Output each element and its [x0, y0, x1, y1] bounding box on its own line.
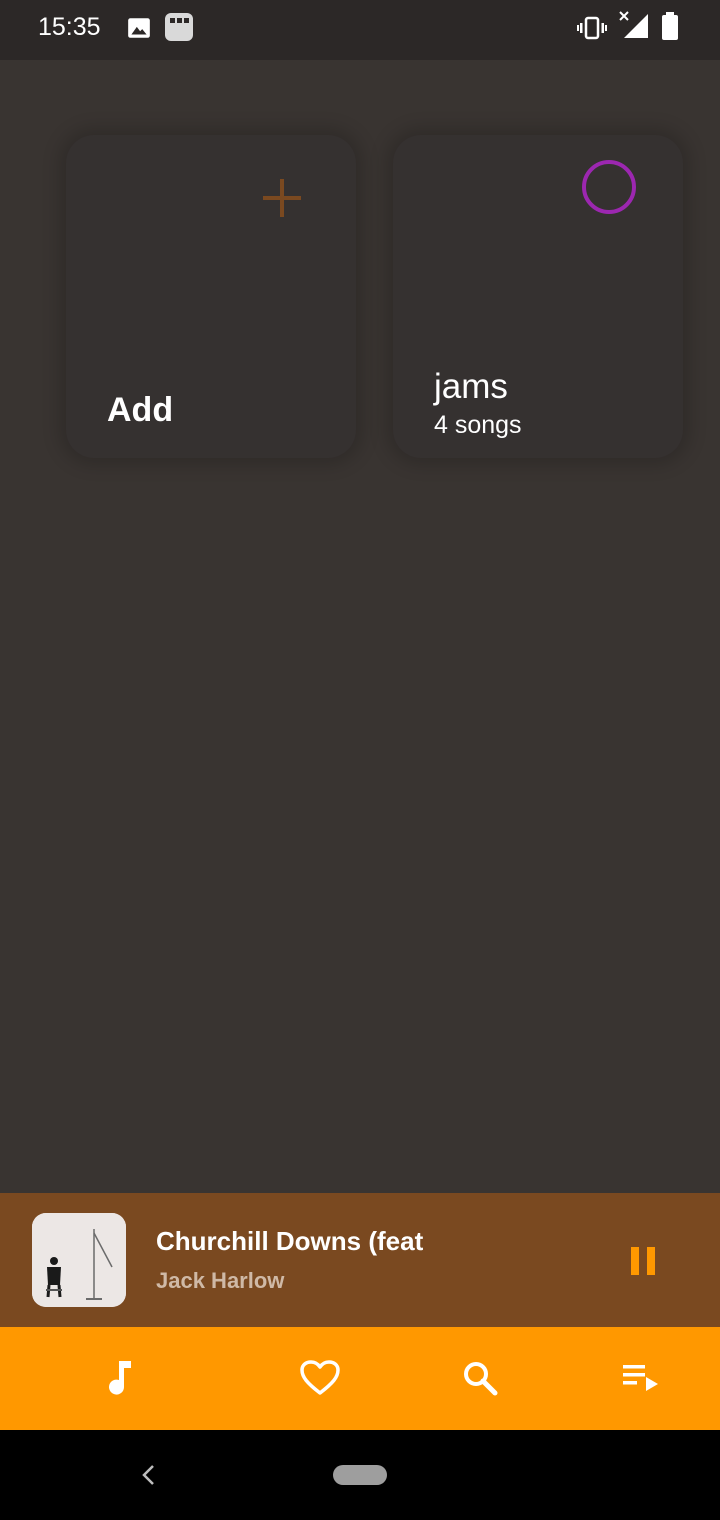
battery-icon	[662, 12, 678, 40]
bottom-navigation	[0, 1327, 720, 1430]
playlists-view: Add jams 4 songs	[0, 60, 720, 1193]
image-icon	[128, 18, 150, 38]
signal-no-data-icon	[619, 11, 648, 38]
playlist-song-count: 4 songs	[434, 411, 522, 439]
nav-search[interactable]	[455, 1353, 505, 1403]
queue-play-icon	[623, 1365, 658, 1391]
now-playing-bar[interactable]: Churchill Downs (feat Jack Harlow	[0, 1193, 720, 1327]
playlist-card-jams[interactable]: jams 4 songs	[393, 135, 683, 458]
album-art-image	[32, 1213, 126, 1307]
pause-button[interactable]	[620, 1238, 666, 1284]
status-bar: 15:35	[0, 0, 720, 60]
home-pill[interactable]	[333, 1465, 387, 1485]
app-notification-icon	[165, 13, 193, 41]
search-icon	[464, 1362, 498, 1396]
nav-queue[interactable]	[615, 1353, 665, 1403]
heart-icon	[300, 1360, 340, 1395]
status-time: 15:35	[38, 13, 101, 41]
nav-songs[interactable]	[95, 1353, 145, 1403]
plus-icon	[263, 179, 301, 217]
nav-favorites[interactable]	[295, 1353, 345, 1403]
music-note-icon	[109, 1361, 131, 1395]
now-playing-artist: Jack Harlow	[156, 1268, 285, 1293]
add-playlist-label: Add	[107, 391, 174, 429]
playlist-title: jams	[434, 367, 508, 406]
add-playlist-card[interactable]: Add	[66, 135, 356, 458]
pause-icon	[631, 1247, 655, 1275]
album-art[interactable]	[32, 1213, 126, 1307]
vibrate-icon	[577, 16, 607, 40]
circle-icon	[582, 160, 636, 214]
back-icon[interactable]	[136, 1462, 162, 1488]
now-playing-title: Churchill Downs (feat	[156, 1226, 424, 1256]
system-navigation-bar	[0, 1430, 720, 1520]
